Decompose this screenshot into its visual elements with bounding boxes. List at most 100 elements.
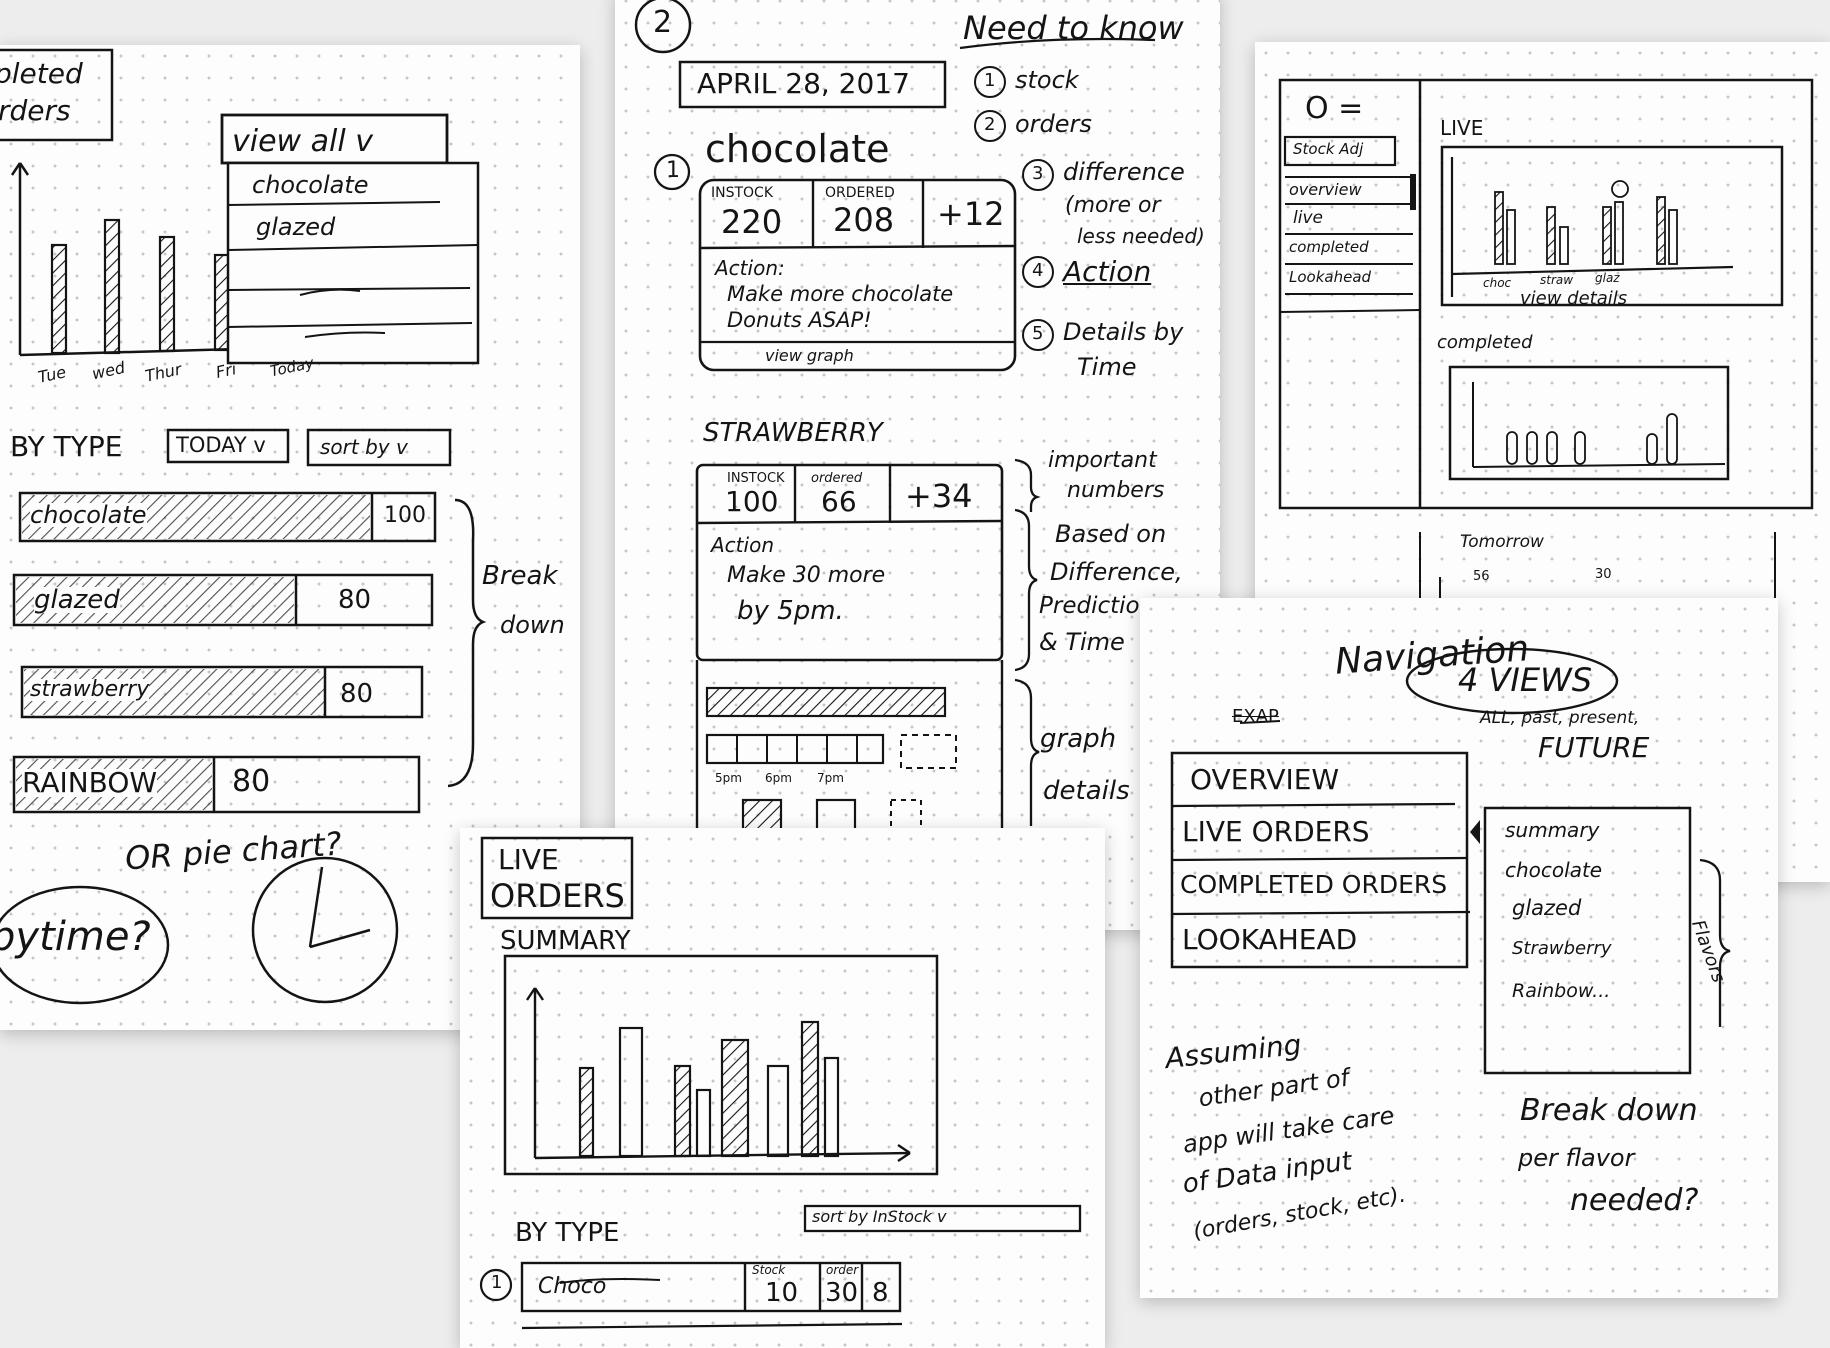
screen-tick-straw: straw [1540,273,1574,287]
choc-action-line2: Donuts ASAP! [727,308,872,332]
choc-instock-label: INSTOCK [711,185,774,201]
live-diff-value: 8 [872,1278,889,1308]
day-bar-wed [103,218,121,355]
nav-menu-completed-orders[interactable]: COMPLETED ORDERS [1180,872,1447,897]
views-note-line1: ALL, past, present, [1480,708,1640,728]
straw-instock-label: INSTOCK [727,471,785,486]
breakdown-name-chocolate: chocolate [30,501,147,529]
live-orders-title-line2: ORDERS [490,877,625,915]
need-item-action: Action [1063,255,1152,288]
need-item-stock: stock [1015,66,1079,94]
note-and-time: & Time [1039,628,1125,656]
note-details: details [1043,776,1130,806]
day-label-fri: Fri [214,359,238,382]
live-orders-title-line1: LIVE [498,843,559,876]
need-item-time: Time [1077,353,1137,381]
flavor-item-chocolate[interactable]: chocolate [1505,860,1602,880]
need-item-details-by: Details by [1063,318,1184,346]
straw-action-line2: by 5pm. [737,596,844,626]
today-filter[interactable]: TODAY v [176,435,266,456]
by-type-heading: BY TYPE [10,430,123,463]
live-sort-dropdown[interactable]: sort by InStock v [812,1209,946,1225]
four-views-badge: 4 VIEWS [1458,661,1593,699]
breakdown-name-glazed: glazed [34,585,120,615]
note-prediction: Prediction [1039,593,1155,619]
bytime-question: bytime? [0,914,151,960]
choc-instock-value: 220 [721,203,783,241]
screen-menu-overview[interactable]: overview [1289,182,1362,198]
screen-tick-choc: choc [1483,276,1512,290]
screen-menu-completed[interactable]: completed [1289,240,1369,255]
flavor-item-summary[interactable]: summary [1505,820,1599,840]
sheet-navigation: Navigation EXAP 4 VIEWS ALL, past, prese… [1140,598,1778,1298]
breakdown-value-glazed: 80 [338,585,372,615]
live-row-name: Choco [538,1274,607,1299]
note-important: important [1048,448,1157,473]
sort-by-filter[interactable]: sort by v [320,437,408,457]
choc-difference-value: +12 [937,195,1005,233]
need-number-1: 1 [984,70,996,91]
flavor-item-strawberry[interactable]: Strawberry [1512,940,1612,958]
breakdown-question-line3: needed? [1570,1183,1699,1218]
day-bar-tue [50,243,68,355]
note-based-on: Based on [1055,520,1167,548]
straw-instock-value: 100 [725,485,779,518]
straw-difference-value: +34 [905,477,973,515]
live-by-type-heading: BY TYPE [515,1218,620,1248]
screen-tomorrow-title: Tomorrow [1460,532,1544,552]
need-item-orders: orders [1015,110,1092,138]
day-bar-thur [158,235,176,353]
screen-view-details-link[interactable]: view details [1520,290,1627,308]
need-number-3: 3 [1032,163,1044,184]
straw-action-label: Action [711,533,774,557]
need-item-difference: difference [1063,158,1185,186]
screen-live-title: LIVE [1440,116,1484,140]
need-number-4: 4 [1032,260,1044,281]
navigation-crossed-word: EXAP [1232,706,1279,727]
view-all-dropdown[interactable]: view all v [232,127,373,157]
need-number-5: 5 [1032,323,1044,344]
need-item-more-or: (more or [1065,193,1161,218]
breakdown-note-line1: Break [482,561,558,591]
nav-menu-overview[interactable]: OVERVIEW [1190,766,1339,794]
chocolate-title: chocolate [705,127,890,171]
live-stock-value: 10 [765,1278,799,1308]
sheet-need-to-know: 2 APRIL 28, 2017 Need to know 1 stock 2 … [615,0,1220,930]
screen-tick-glaz: glaz [1595,271,1620,285]
breakdown-value-strawberry: 80 [340,679,374,709]
note-graph: graph [1040,724,1117,754]
need-to-know-title: Need to know [963,9,1184,47]
screen-menu-live[interactable]: live [1293,210,1323,227]
breakdown-question-line2: per flavor [1518,1144,1635,1172]
choc-action-line1: Make more chocolate [727,282,954,306]
breakdown-name-strawberry: strawberry [30,677,150,702]
nav-menu-live-orders[interactable]: LIVE ORDERS [1182,818,1370,846]
choc-view-graph-link[interactable]: view graph [765,348,854,364]
screen-completed-title: completed [1437,332,1533,353]
screen-tomorrow-num-1: 56 [1473,569,1490,584]
screen-menu-lookahead[interactable]: Lookahead [1289,270,1371,285]
note-numbers: numbers [1067,478,1165,503]
live-stock-label: Stock [752,1263,786,1277]
straw-ordered-value: 66 [821,485,857,518]
straw-action-line1: Make 30 more [727,563,886,588]
live-order-value: 30 [825,1278,859,1308]
dropdown-item-chocolate[interactable]: chocolate [252,173,369,197]
dropdown-item-glazed[interactable]: glazed [256,215,335,239]
flavor-item-rainbow[interactable]: Rainbow... [1512,982,1610,1001]
stock-adjust-button[interactable]: Stock Adj [1293,142,1363,157]
choc-action-label: Action: [715,256,785,280]
summary-heading: SUMMARY [500,926,631,956]
breakdown-value-rainbow: 80 [232,764,271,799]
nav-menu-lookahead[interactable]: LOOKAHEAD [1182,926,1357,954]
flavor-item-glazed[interactable]: glazed [1512,898,1581,919]
breakdown-name-rainbow: RAINBOW [22,766,158,799]
choc-ordered-value: 208 [833,201,895,239]
completed-title-line2: rders [0,94,71,127]
strawberry-title: STRAWBERRY [703,418,883,448]
choc-ordered-label: ORDERED [825,185,895,201]
breakdown-note-line2: down [500,611,565,639]
date-heading: APRIL 28, 2017 [697,67,910,100]
views-note-line2: FUTURE [1538,731,1650,764]
breakdown-question-line1: Break down [1520,1093,1698,1128]
